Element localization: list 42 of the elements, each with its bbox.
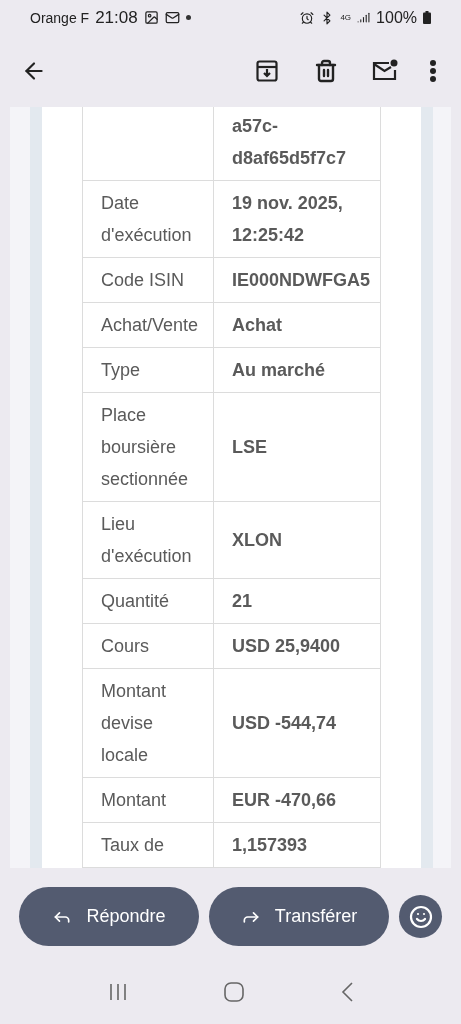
battery-icon bbox=[423, 11, 431, 24]
dot-icon bbox=[185, 15, 191, 20]
image-icon bbox=[143, 10, 159, 25]
emoji-button[interactable] bbox=[399, 895, 442, 938]
field-value: 19 nov. 2025, 12:25:42 bbox=[213, 180, 381, 258]
field-label: Quantité bbox=[82, 578, 214, 624]
battery-level: 100% bbox=[376, 8, 417, 27]
field-label: Taux de bbox=[82, 822, 214, 868]
carrier-name: Orange F bbox=[30, 9, 90, 26]
field-value: 21 bbox=[213, 578, 381, 624]
field-value: USD 25,9400 bbox=[213, 623, 381, 669]
field-value: Au marché bbox=[213, 347, 381, 393]
mail-icon bbox=[164, 10, 180, 25]
field-value: a57c-d8af65d5f7c7 bbox=[213, 107, 381, 181]
field-label: Cours bbox=[82, 623, 214, 669]
field-value: USD -544,74 bbox=[213, 668, 381, 778]
field-label: Code ISIN bbox=[82, 257, 214, 303]
home-icon[interactable] bbox=[224, 982, 245, 1002]
field-label: Date d'exécution bbox=[82, 180, 214, 258]
clock: 21:08 bbox=[95, 7, 138, 28]
field-label: Achat/Vente bbox=[82, 302, 214, 348]
alarm-icon bbox=[300, 10, 315, 25]
field-value: XLON bbox=[213, 501, 381, 579]
field-label: Montant bbox=[82, 777, 214, 823]
field-value: IE000NDWFGA5 bbox=[213, 257, 381, 303]
back-icon[interactable] bbox=[340, 982, 353, 1002]
recent-apps-icon[interactable] bbox=[108, 983, 129, 1001]
field-value: 1,157393 bbox=[213, 822, 381, 868]
field-label: Place boursière sectionnée bbox=[82, 392, 214, 502]
field-value: Achat bbox=[213, 302, 381, 348]
field-value: LSE bbox=[213, 392, 381, 502]
network-type: 4G bbox=[340, 13, 352, 22]
field-label: Montant devise locale bbox=[82, 668, 214, 778]
signal-icon bbox=[357, 11, 371, 24]
more-icon bbox=[430, 60, 436, 82]
smiley-icon bbox=[408, 904, 433, 929]
field-label: Type bbox=[82, 347, 214, 393]
forward-button[interactable]: Transférer bbox=[209, 887, 389, 946]
reply-button[interactable]: Répondre bbox=[19, 887, 199, 946]
field-label: Lieu d'exécution bbox=[82, 501, 214, 579]
archive-button[interactable] bbox=[253, 57, 281, 85]
field-value: EUR -470,66 bbox=[213, 777, 381, 823]
